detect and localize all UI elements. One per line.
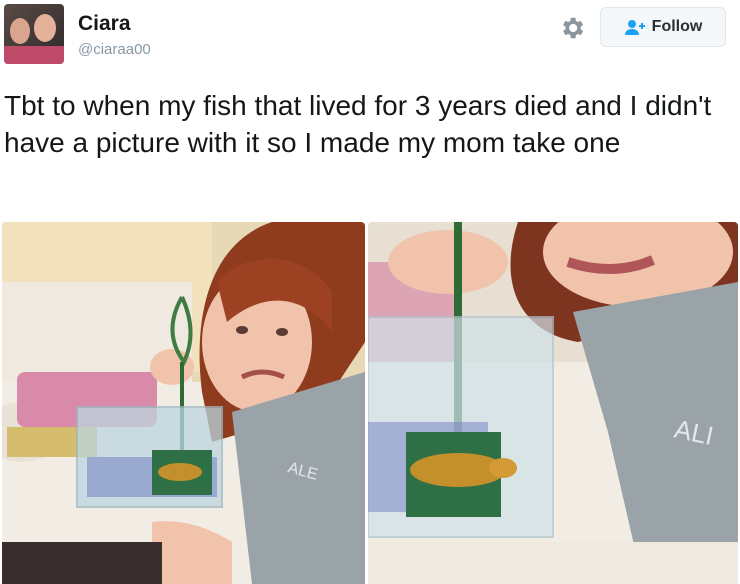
follow-label: Follow	[651, 18, 703, 35]
user-display-name[interactable]: Ciara	[78, 12, 131, 36]
avatar-face	[34, 14, 56, 42]
add-user-icon	[624, 20, 645, 35]
tweet-text: Tbt to when my fish that lived for 3 yea…	[4, 90, 712, 158]
avatar-shirt	[4, 46, 64, 64]
tweet-photo-2[interactable]: ALI	[368, 222, 738, 584]
profile-avatar[interactable]	[4, 4, 64, 64]
gear-icon[interactable]	[558, 14, 586, 42]
user-handle[interactable]: @ciaraa00	[78, 41, 151, 58]
avatar-face	[10, 18, 30, 44]
tweet-photo-1[interactable]: ALE	[2, 222, 365, 584]
follow-button[interactable]: Follow	[600, 7, 726, 47]
